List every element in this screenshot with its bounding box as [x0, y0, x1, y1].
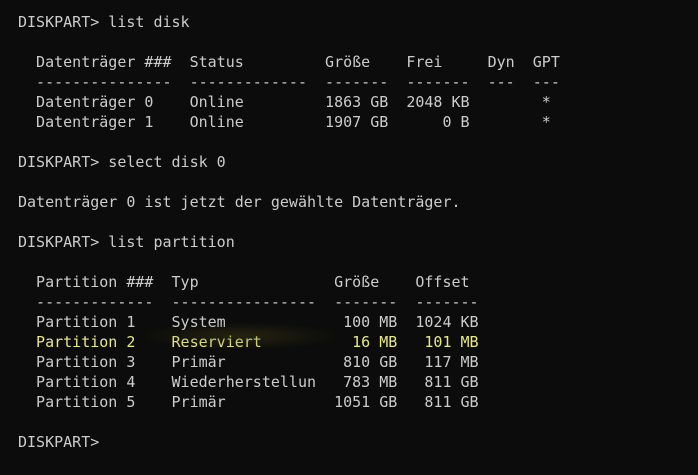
command-line-list-disk: DISKPART> list disk	[18, 13, 190, 31]
partition-row-1: Partition 1 System 100 MB 1024 KB	[18, 313, 479, 331]
disk-row-1: Datenträger 1 Online 1907 GB 0 B *	[18, 113, 551, 131]
disk-table-separator: --------------- ------------- ------- --…	[18, 73, 560, 91]
command-line-list-partition: DISKPART> list partition	[18, 233, 235, 251]
command-prompt[interactable]: DISKPART>	[18, 432, 698, 452]
partition-table-separator: ------------- ---------------- ------- -…	[18, 293, 479, 311]
partition-row-4: Partition 4 Wiederherstellun 783 MB 811 …	[18, 373, 479, 391]
partition-table-header: Partition ### Typ Größe Offset	[18, 273, 470, 291]
disk-table-header: Datenträger ### Status Größe Frei Dyn GP…	[18, 53, 560, 71]
console-window[interactable]: DISKPART> list disk Datenträger ### Stat…	[0, 0, 698, 475]
partition-row-2: Partition 2 Reserviert 16 MB 101 MB	[18, 333, 479, 351]
partition-row-3: Partition 3 Primär 810 GB 117 MB	[18, 353, 479, 371]
partition-row-5: Partition 5 Primär 1051 GB 811 GB	[18, 393, 479, 411]
select-disk-message: Datenträger 0 ist jetzt der gewählte Dat…	[18, 193, 461, 211]
disk-row-0: Datenträger 0 Online 1863 GB 2048 KB *	[18, 93, 551, 111]
command-line-select-disk: DISKPART> select disk 0	[18, 153, 226, 171]
